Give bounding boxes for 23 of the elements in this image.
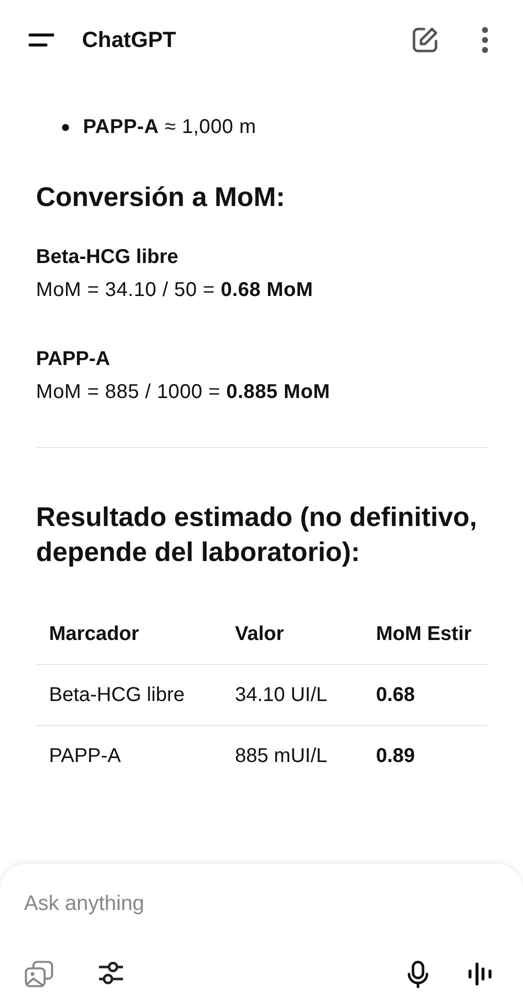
column-header: MoM Estir [375,622,472,646]
column-header: Valor [234,622,285,646]
more-icon[interactable] [481,26,489,54]
bullet-dot [62,124,69,130]
bullet-text: PAPP-A ≈ 1,000 m [83,115,256,140]
app-title: ChatGPT [82,27,176,53]
images-icon[interactable] [24,960,54,988]
formula-text: MoM = 34.10 / 50 = 0.68 MoM [36,278,314,303]
marker-label: PAPP-A [36,347,112,372]
section-heading: Resultado estimado (no definitivo, depende del laboratorio): [36,501,478,569]
table-cell-text: 34.10 UI/L [234,684,328,706]
marker-label: Beta-HCG libre [36,245,180,270]
formula-text: MoM = 885 / 1000 = 0.885 MoM [36,380,332,405]
message-input[interactable]: Ask anything [24,886,495,922]
column-header: Marcador [48,622,140,646]
table-cell-text: 885 mUI/L [234,744,328,768]
table-cell-text: 0.89 [375,744,415,768]
menu-icon[interactable] [28,33,54,47]
table-cell-text: PAPP-A [48,744,122,768]
table-cell-text: Beta-HCG libre [48,684,186,706]
edit-icon[interactable] [411,26,439,54]
table-cell-text: 0.68 [375,684,415,706]
section-heading: Conversión a MoM: [36,181,286,214]
